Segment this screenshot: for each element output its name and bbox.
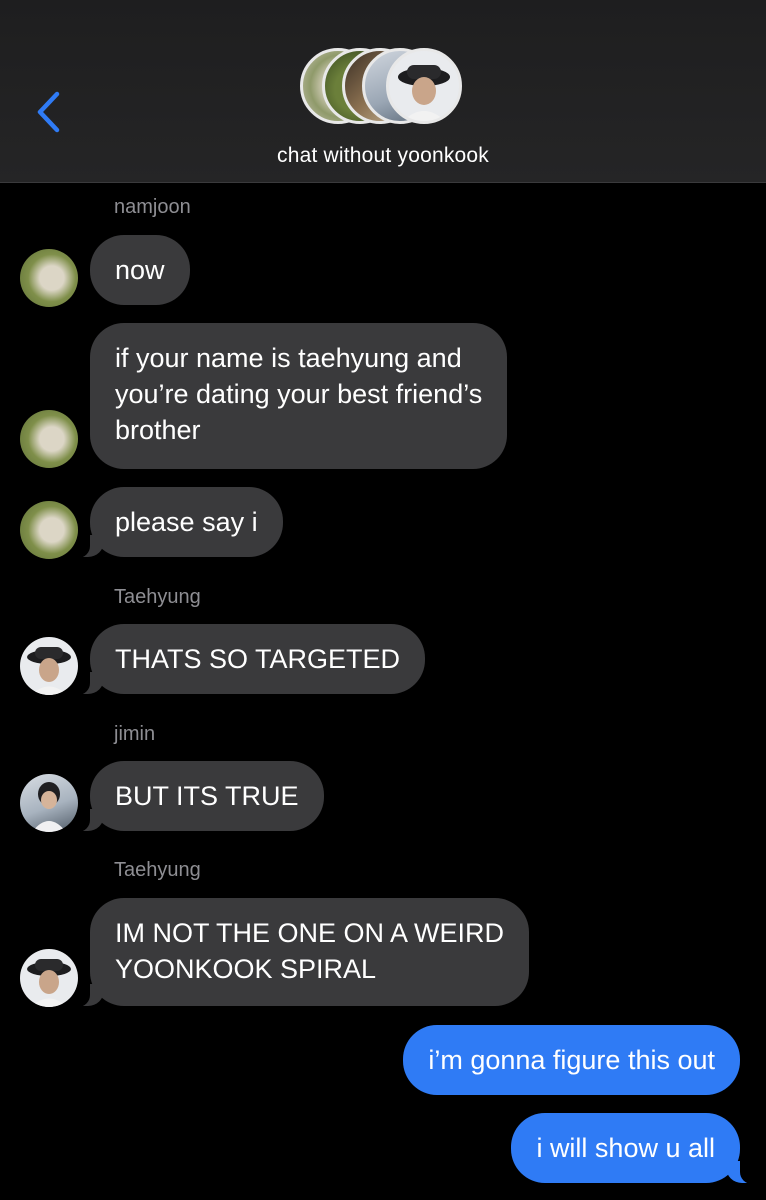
taehyung-avatar[interactable] — [20, 637, 78, 695]
person-avatar-icon — [398, 65, 450, 121]
conversation-header: chat without yoonkook — [0, 0, 766, 183]
sender-name: Taehyung — [114, 859, 201, 881]
received-message-bubble[interactable]: IM NOT THE ONE ON A WEIRD YOONKOOK SPIRA… — [75, 898, 530, 1007]
chevron-left-icon — [37, 91, 60, 133]
namjoon-avatar[interactable] — [20, 410, 78, 468]
received-message-bubble[interactable]: now — [90, 235, 190, 305]
group-avatar-stack[interactable] — [300, 44, 470, 134]
back-button[interactable] — [28, 88, 68, 136]
sender-name: Taehyung — [114, 586, 201, 608]
messages-screen: chat without yoonkook namjoon now if you… — [0, 0, 766, 1200]
namjoon-avatar[interactable] — [20, 501, 78, 559]
received-message-bubble[interactable]: THATS SO TARGETED — [75, 624, 426, 695]
conversation-title[interactable]: chat without yoonkook — [0, 144, 766, 168]
group-member-avatar — [386, 48, 462, 124]
jimin-avatar[interactable] — [20, 774, 78, 832]
namjoon-avatar[interactable] — [20, 249, 78, 307]
sender-name: jimin — [114, 723, 156, 745]
person-avatar-icon — [27, 959, 71, 1007]
person-avatar-icon — [32, 782, 66, 832]
received-message-bubble[interactable]: please say i — [76, 487, 283, 558]
received-message-bubble[interactable]: BUT ITS TRUE — [76, 761, 324, 832]
person-avatar-icon — [27, 647, 71, 695]
taehyung-avatar[interactable] — [20, 949, 78, 1007]
received-message-bubble[interactable]: if your name is taehyung and you’re dati… — [90, 323, 508, 469]
sent-message-bubble[interactable]: i’m gonna figure this out — [403, 1025, 740, 1095]
sender-name: namjoon — [114, 196, 191, 218]
sent-message-bubble[interactable]: i will show u all — [511, 1113, 754, 1184]
